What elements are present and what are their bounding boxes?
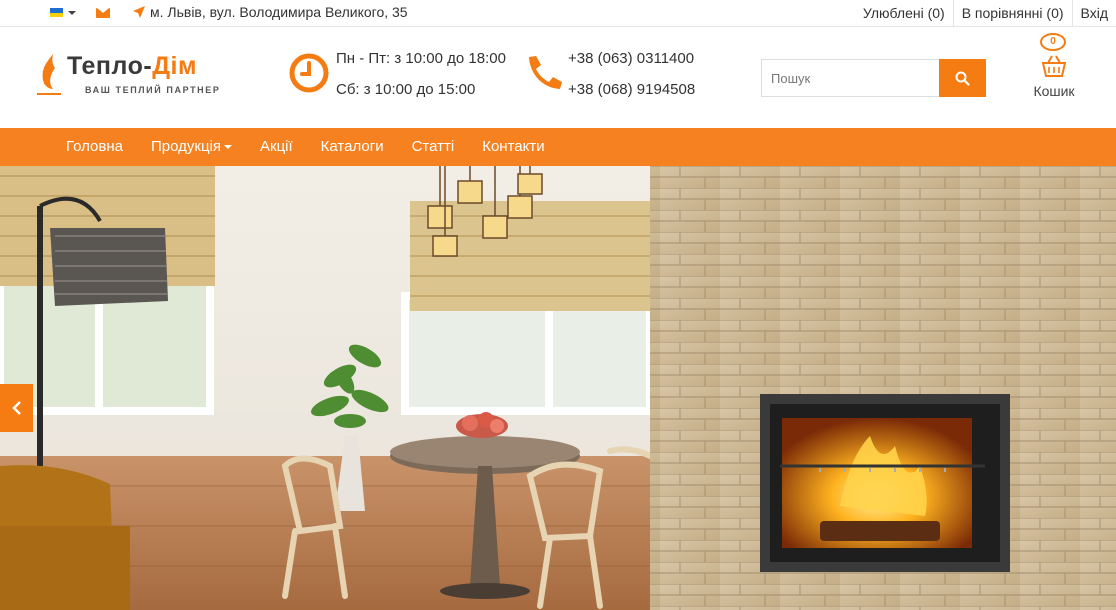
nav-item-promotions[interactable]: Акції bbox=[246, 128, 307, 166]
phone-number-1[interactable]: +38 (063) 0311400 bbox=[568, 50, 694, 67]
ukraine-flag-icon[interactable] bbox=[50, 8, 63, 17]
nav-item-articles[interactable]: Статті bbox=[398, 128, 469, 166]
logo-tagline: ВАШ ТЕПЛИЙ ПАРТНЕР bbox=[85, 85, 221, 95]
logo-text-main: Тепло- bbox=[67, 52, 153, 80]
hero-slider[interactable] bbox=[0, 166, 1116, 610]
nav-item-products-label: Продукція bbox=[151, 138, 221, 155]
cart-button[interactable]: 0 Кошик bbox=[1026, 33, 1082, 103]
cart-count-badge: 0 bbox=[1040, 33, 1066, 51]
nav-item-contacts[interactable]: Контакти bbox=[468, 128, 558, 166]
phone-icon bbox=[529, 56, 562, 89]
nav-item-products[interactable]: Продукція bbox=[137, 128, 246, 166]
envelope-icon[interactable] bbox=[96, 8, 110, 18]
nav-item-home[interactable]: Головна bbox=[52, 128, 137, 166]
hours-saturday: Сб: з 10:00 до 15:00 bbox=[336, 81, 476, 98]
chevron-down-icon bbox=[224, 145, 232, 150]
compare-link[interactable]: В порівнянні (0) bbox=[952, 0, 1072, 27]
clock-icon bbox=[289, 53, 329, 93]
flame-logo-icon[interactable] bbox=[37, 52, 65, 98]
cart-label: Кошик bbox=[1033, 83, 1075, 99]
chevron-left-icon bbox=[11, 401, 21, 415]
nav-item-catalogs[interactable]: Каталоги bbox=[307, 128, 398, 166]
hero-slide-image bbox=[0, 166, 1116, 610]
logo-text-accent: Дім bbox=[152, 52, 197, 80]
site-header: Тепло-Дім ВАШ ТЕПЛИЙ ПАРТНЕР Пн - Пт: з … bbox=[0, 27, 1116, 128]
main-navigation: Головна Продукція Акції Каталоги Статті … bbox=[0, 128, 1116, 166]
hours-weekdays: Пн - Пт: з 10:00 до 18:00 bbox=[336, 50, 506, 67]
search-icon bbox=[955, 71, 970, 86]
basket-icon bbox=[1041, 55, 1067, 77]
location-arrow-icon bbox=[133, 6, 145, 18]
login-link[interactable]: Вхід bbox=[1071, 0, 1116, 27]
logo-text[interactable]: Тепло-Дім bbox=[67, 52, 197, 81]
store-address: м. Львів, вул. Володимира Великого, 35 bbox=[150, 4, 408, 20]
slider-prev-button[interactable] bbox=[0, 384, 33, 432]
top-bar: м. Львів, вул. Володимира Великого, 35 У… bbox=[0, 0, 1116, 27]
account-links: Улюблені (0) В порівнянні (0) Вхід bbox=[855, 0, 1116, 27]
wishlist-link[interactable]: Улюблені (0) bbox=[855, 0, 953, 27]
search-input[interactable] bbox=[761, 59, 940, 97]
language-dropdown-caret-icon[interactable] bbox=[68, 11, 76, 15]
search-button[interactable] bbox=[939, 59, 986, 97]
phone-number-2[interactable]: +38 (068) 9194508 bbox=[568, 81, 695, 98]
